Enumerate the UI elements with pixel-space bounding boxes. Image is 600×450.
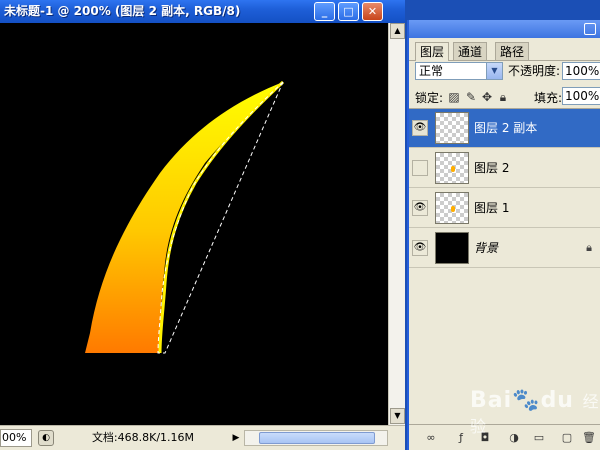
layer-row[interactable]: 👁︎ 背景 🔒︎ <box>409 229 600 268</box>
scroll-down-icon[interactable]: ▼ <box>390 408 405 424</box>
eye-icon[interactable]: 👁︎ <box>412 200 428 216</box>
tab-layers[interactable]: 图层 <box>415 42 450 61</box>
visibility-toggle-empty[interactable] <box>412 160 428 176</box>
panel-options-icon[interactable] <box>584 23 596 35</box>
opacity-label: 不透明度: <box>508 64 561 78</box>
layers-panel: 图层 通道 路径 正常 ▼ 不透明度: 100% 锁定: ▨ ✎ ✥ 🔒︎ 填充… <box>407 20 600 450</box>
layer-name: 图层 2 副本 <box>474 121 538 135</box>
chevron-down-icon[interactable]: ▼ <box>486 63 502 79</box>
canvas-artwork <box>85 80 285 354</box>
watermark-paw-icon: 🐾 <box>512 388 541 413</box>
vertical-scrollbar[interactable]: ▲ ▼ <box>388 23 405 425</box>
opacity-field[interactable]: 100% <box>562 62 600 80</box>
blend-mode-select[interactable]: 正常 ▼ <box>415 62 503 80</box>
lock-transparency-icon[interactable]: ▨ <box>447 90 461 104</box>
status-bar: 00% ◐ 文档:468.8K/1.16M ▶ <box>0 425 405 450</box>
status-menu-arrow-icon[interactable]: ▶ <box>230 430 242 446</box>
document-size: 文档:468.8K/1.16M <box>91 431 195 444</box>
layer-thumbnail <box>435 232 469 264</box>
tab-channels[interactable]: 通道 <box>453 42 488 60</box>
status-info-icon[interactable]: ◐ <box>38 430 54 446</box>
fill-label: 填充: <box>534 91 563 105</box>
blend-mode-value: 正常 <box>419 64 444 78</box>
document-title-bar[interactable]: 未标题-1 @ 200% (图层 2 副本, RGB/8) _ □ ✕ <box>0 0 405 23</box>
thumbnail-shape-dot <box>451 166 455 172</box>
canvas[interactable] <box>0 23 388 425</box>
lock-all-icon[interactable]: 🔒︎ <box>496 90 510 104</box>
layer-thumbnail <box>435 152 469 184</box>
zoom-field[interactable]: 00% <box>0 429 32 447</box>
link-layers-icon[interactable]: ∞ <box>423 430 439 446</box>
thumbnail-shape-dot <box>451 206 455 212</box>
eye-icon[interactable]: 👁︎ <box>412 120 428 136</box>
minimize-button[interactable]: _ <box>314 2 335 21</box>
lock-position-icon[interactable]: ✥ <box>480 90 494 104</box>
layer-thumbnail <box>435 192 469 224</box>
fill-field[interactable]: 100% <box>562 87 600 105</box>
close-button[interactable]: ✕ <box>362 2 383 21</box>
scroll-up-icon[interactable]: ▲ <box>390 23 405 39</box>
layer-name: 图层 2 <box>474 161 510 175</box>
layer-style-icon[interactable]: ƒ <box>453 430 469 446</box>
horn-shape <box>85 82 283 353</box>
layer-name: 图层 1 <box>474 201 510 215</box>
layers-list: 👁︎ 图层 2 副本 图层 2 👁︎ 图层 1 👁︎ 背景 🔒︎ <box>409 108 600 420</box>
panel-title-bar[interactable] <box>409 20 600 38</box>
horizontal-scrollbar[interactable] <box>244 430 388 446</box>
tab-paths[interactable]: 路径 <box>495 42 530 60</box>
layer-row[interactable]: 图层 2 <box>409 149 600 188</box>
document-title: 未标题-1 @ 200% (图层 2 副本, RGB/8) <box>4 4 241 18</box>
layer-row[interactable]: 👁︎ 图层 1 <box>409 189 600 228</box>
layer-name: 背景 <box>474 241 499 255</box>
layer-row[interactable]: 👁︎ 图层 2 副本 <box>409 109 600 148</box>
watermark: Bai🐾du 经验 <box>470 388 600 438</box>
maximize-button[interactable]: □ <box>338 2 359 21</box>
watermark-text-2: du <box>540 388 574 413</box>
lock-pixels-icon[interactable]: ✎ <box>464 90 478 104</box>
horizontal-scroll-thumb[interactable] <box>259 432 375 444</box>
lock-label: 锁定: <box>415 91 444 105</box>
layer-thumbnail <box>435 112 469 144</box>
eye-icon[interactable]: 👁︎ <box>412 240 428 256</box>
document-window: 未标题-1 @ 200% (图层 2 副本, RGB/8) _ □ ✕ ▲ ▼ <box>0 0 405 450</box>
lock-icon: 🔒︎ <box>586 241 592 254</box>
watermark-text: Bai <box>470 388 513 413</box>
